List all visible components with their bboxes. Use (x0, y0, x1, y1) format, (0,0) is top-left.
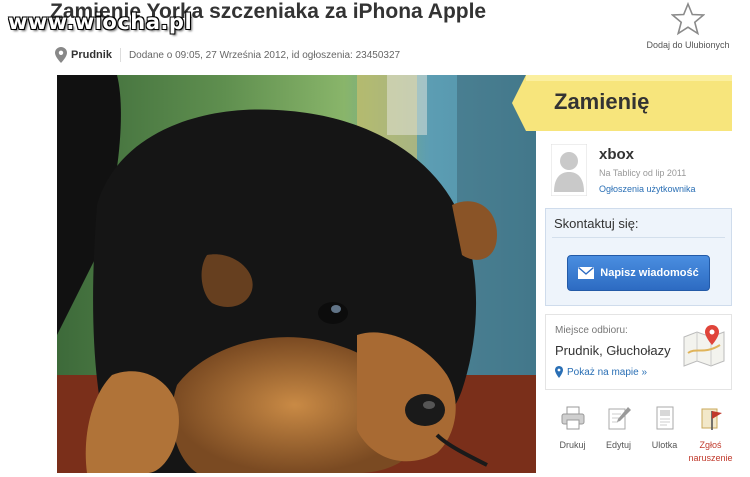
map-pin-icon (555, 366, 563, 378)
flyer-icon (656, 406, 673, 430)
added-info: Dodane o 09:05, 27 Września 2012, id ogł… (128, 49, 401, 61)
send-message-button[interactable]: Napisz wiadomość (567, 255, 710, 291)
user-name: xbox (599, 146, 635, 163)
report-label-line2: naruszenie (688, 453, 733, 463)
pickup-label: Miejsce odbioru: (555, 325, 628, 336)
listing-meta: Prudnik Dodane o 09:05, 27 Września 2012… (50, 44, 490, 66)
envelope-icon (578, 267, 595, 279)
user-box: xbox Na Tablicy od lip 2011 Ogłoszenia u… (545, 140, 735, 202)
location-city[interactable]: Prudnik (71, 49, 112, 61)
show-on-map-link[interactable]: Pokaż na mapie » (555, 366, 647, 378)
listing-photo[interactable] (57, 75, 536, 473)
print-button[interactable]: Drukuj (550, 405, 595, 452)
print-label: Drukuj (559, 440, 586, 450)
send-message-label: Napisz wiadomość (600, 267, 699, 279)
watermark: www.wiocha.pl (8, 10, 193, 34)
exchange-banner: Zamienię (512, 75, 732, 131)
favorite-label: Dodaj do Ulubionych (646, 40, 730, 50)
user-since: Na Tablicy od lip 2011 (599, 168, 687, 178)
user-listings-link[interactable]: Ogłoszenia użytkownika (599, 184, 696, 194)
flag-icon (701, 408, 722, 430)
meta-divider (119, 48, 121, 62)
listing-actions: Drukuj Edytuj Ulotka Zgłoś naruszenie (550, 405, 740, 470)
report-label: Zgłoś naruszenie (688, 439, 733, 465)
contact-divider (552, 237, 725, 238)
show-on-map-label: Pokaż na mapie » (567, 366, 648, 378)
edit-label: Edytuj (605, 440, 631, 450)
flyer-label: Ulotka (651, 440, 678, 450)
contact-header: Skontaktuj się: (554, 216, 639, 231)
add-to-favorites-button[interactable]: Dodaj do Ulubionych (640, 2, 736, 50)
pickup-box: Miejsce odbioru: Prudnik, Głuchołazy Pok… (545, 314, 732, 390)
puppy-photo (57, 75, 536, 473)
location-pin-icon (55, 47, 67, 63)
map-icon[interactable] (682, 323, 726, 367)
pencil-icon (608, 407, 631, 430)
contact-box: Skontaktuj się: Napisz wiadomość (545, 208, 732, 306)
pickup-location: Prudnik, Głuchołazy (555, 343, 671, 358)
star-icon (671, 2, 705, 36)
edit-button[interactable]: Edytuj (596, 405, 641, 452)
report-label-line1: Zgłoś (699, 440, 722, 450)
flyer-button[interactable]: Ulotka (642, 405, 687, 452)
report-button[interactable]: Zgłoś naruszenie (688, 405, 733, 465)
printer-icon (561, 406, 584, 430)
exchange-label: Zamienię (554, 89, 650, 114)
avatar-icon (551, 144, 587, 196)
